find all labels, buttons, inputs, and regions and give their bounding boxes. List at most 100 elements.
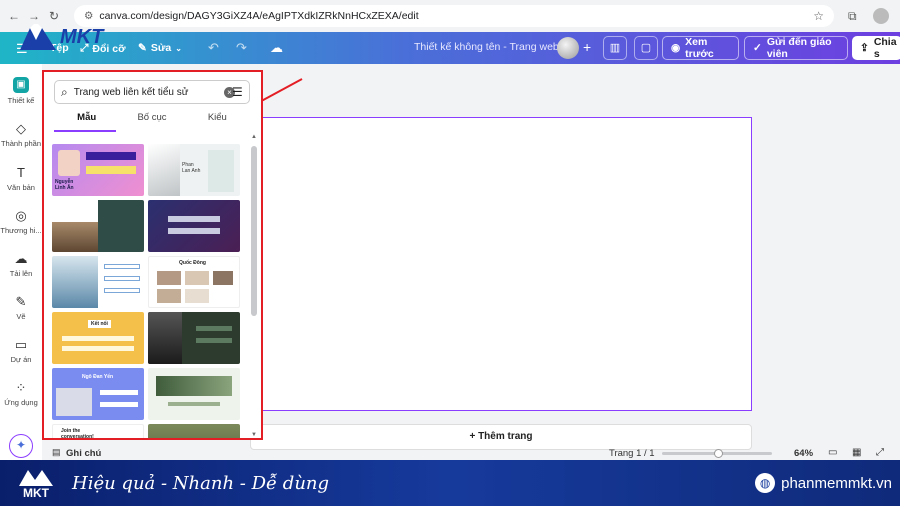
template-text: Ngô Đan Yến	[82, 374, 114, 380]
template-panel: ⌕ Trang web liên kết tiểu sử × ☰ Mẫu Bố …	[42, 70, 263, 440]
comment-icon[interactable]: ▢	[634, 36, 658, 60]
url-text: canva.com/design/DAGY3GiXZ4A/eAgIPTXdkIZ…	[99, 10, 419, 22]
template-shape	[104, 276, 140, 281]
profile-avatar[interactable]	[872, 8, 889, 24]
template-photo	[185, 271, 209, 285]
template-search-box[interactable]: ⌕ Trang web liên kết tiểu sử ×	[54, 80, 250, 104]
template-card[interactable]	[148, 200, 240, 252]
banner-logo: MKT	[18, 467, 54, 499]
tab-templates[interactable]: Mẫu	[54, 112, 119, 132]
template-card[interactable]: Join the conversation!	[52, 424, 144, 438]
elements-icon: ◇	[16, 121, 26, 136]
template-card[interactable]	[148, 312, 240, 364]
template-card[interactable]: Phan Lan Anh	[148, 144, 240, 196]
banner-website[interactable]: ◍ phanmemmkt.vn	[755, 473, 892, 493]
sidebar-item-label: Thương hi...	[0, 226, 42, 235]
share-label: Chia s	[873, 36, 897, 60]
scroll-up-icon[interactable]: ▲	[251, 134, 257, 140]
template-shape	[104, 264, 140, 269]
sidebar-item-elements[interactable]: ◇ Thành phần	[0, 121, 42, 149]
mkt-watermark-logo: MKT	[18, 20, 142, 54]
tab-styles[interactable]: Kiểu	[185, 112, 250, 132]
insights-icon[interactable]: ▥	[603, 36, 627, 60]
template-photo	[213, 271, 233, 285]
scroll-down-icon[interactable]: ▼	[251, 432, 257, 438]
fullscreen-icon[interactable]: ⤢	[876, 447, 884, 458]
sidebar-item-label: Tải lên	[9, 269, 33, 278]
sidebar-item-brand[interactable]: ◎ Thương hi...	[0, 208, 42, 236]
design-page[interactable]	[250, 117, 752, 411]
bookmark-star-icon[interactable]: ☆	[813, 9, 824, 23]
cloud-save-icon[interactable]: ☁	[270, 40, 283, 56]
grid-view-icon[interactable]: ▭	[828, 447, 837, 458]
template-card[interactable]	[52, 256, 144, 308]
sidebar-item-label: Văn bản	[7, 183, 35, 192]
magic-assistant-icon[interactable]: ✦	[9, 434, 33, 458]
preview-label: Xem trước	[685, 36, 714, 60]
sidebar-item-design[interactable]: ▣ Thiết kế	[0, 77, 42, 105]
extensions-icon[interactable]: ⧉	[848, 9, 857, 24]
sidebar-item-uploads[interactable]: ☁ Tải lên	[0, 252, 42, 279]
template-text: Nguyễn Linh Ân	[55, 179, 74, 191]
redo-icon[interactable]: ↷	[236, 40, 247, 56]
sidebar-item-projects[interactable]: ▭ Dự án	[0, 338, 42, 365]
share-icon: ⇪	[860, 42, 869, 54]
zoom-level[interactable]: 64%	[794, 448, 813, 459]
address-bar[interactable]: ⚙ canva.com/design/DAGY3GiXZ4A/eAgIPTXdk…	[74, 5, 834, 27]
banner-logo-text: MKT	[23, 486, 49, 500]
draw-pen-icon: ✎	[15, 294, 27, 309]
sidebar-item-text[interactable]: T Văn bản	[0, 166, 42, 193]
send-to-teacher-button[interactable]: ✓ Gửi đến giáo viên	[744, 36, 848, 60]
website-text: phanmemmkt.vn	[781, 474, 892, 492]
tab-layouts[interactable]: Bố cục	[119, 112, 184, 132]
zoom-slider-knob[interactable]	[714, 449, 723, 458]
sidebar-item-label: Dự án	[10, 355, 32, 364]
active-tab-indicator	[54, 130, 116, 132]
template-photo	[52, 256, 98, 308]
user-avatar[interactable]	[557, 37, 579, 59]
share-button[interactable]: ⇪ Chia s	[852, 36, 900, 60]
send-teacher-label: Gửi đến giáo viên	[766, 36, 832, 60]
add-collaborator-icon[interactable]: +	[583, 39, 591, 55]
template-card[interactable]	[52, 200, 144, 252]
template-card[interactable]: Quốc Đông	[148, 256, 240, 308]
template-photo	[148, 144, 180, 196]
scrollbar-thumb[interactable]	[251, 146, 257, 316]
template-shape	[168, 216, 220, 222]
template-shape	[62, 346, 134, 351]
sidebar-item-label: Ứng dụng	[4, 398, 38, 407]
template-search-input[interactable]: Trang web liên kết tiểu sử	[74, 87, 224, 98]
panel-scrollbar[interactable]: ▲ ▼	[250, 134, 258, 438]
notes-icon[interactable]: ▤	[52, 447, 61, 458]
preview-button[interactable]: ◉ Xem trước	[662, 36, 739, 60]
zoom-slider[interactable]	[662, 449, 772, 458]
template-card[interactable]: Ngô Đan Yến	[52, 368, 144, 420]
pages-icon[interactable]: ▦	[852, 447, 861, 458]
filter-icon[interactable]: ☰	[232, 85, 243, 99]
template-card[interactable]	[148, 424, 240, 438]
document-title[interactable]: Thiết kế không tên - Trang web	[414, 41, 559, 53]
template-card[interactable]: Kết nối	[52, 312, 144, 364]
page-indicator[interactable]: Trang 1 / 1	[609, 448, 655, 459]
edit-menu[interactable]: ✎ Sửa ⌄	[138, 42, 182, 54]
template-shape	[100, 402, 138, 407]
template-photo	[58, 150, 80, 176]
edit-label: Sửa	[150, 42, 172, 54]
template-grid: Nguyễn Linh Ân Phan Lan Anh Quốc Đông Kế…	[52, 144, 242, 438]
template-text: Join the conversation!	[61, 428, 94, 438]
brand-icon: ◎	[15, 208, 27, 223]
undo-icon[interactable]: ↶	[208, 40, 219, 56]
template-card[interactable]	[148, 368, 240, 420]
template-photo	[56, 388, 92, 416]
template-tabs: Mẫu Bố cục Kiểu	[54, 112, 250, 132]
template-shape	[100, 390, 138, 395]
sidebar-item-label: Thiết kế	[7, 96, 35, 105]
template-text: Kết nối	[88, 320, 111, 328]
template-card[interactable]: Nguyễn Linh Ân	[52, 144, 144, 196]
template-shape	[98, 200, 144, 252]
notes-label[interactable]: Ghi chú	[66, 448, 101, 459]
template-shape	[168, 402, 220, 406]
sidebar-item-apps[interactable]: ⁘ Ứng dụng	[0, 381, 42, 408]
globe-icon: ◍	[755, 473, 776, 493]
sidebar-item-draw[interactable]: ✎ Vẽ	[0, 294, 42, 322]
